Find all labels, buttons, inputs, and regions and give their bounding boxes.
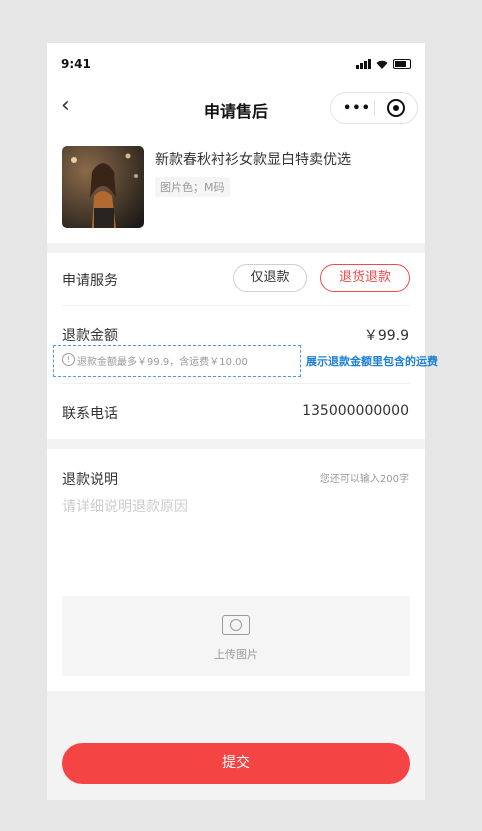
phone-label: 联系电话 [62,406,118,422]
service-label: 申请服务 [62,273,118,289]
mini-program-capsule: ••• [330,92,418,124]
product-name: 新款春秋衬衫女款显白特卖优选 [155,152,351,168]
product-spec: 图片色；M码 [155,177,230,197]
description-label: 退款说明 [62,472,118,488]
target-circle-icon[interactable] [387,99,405,117]
upload-image-button[interactable]: 上传图片 [62,596,410,676]
status-time: 9:41 [61,57,91,71]
upload-label: 上传图片 [214,648,258,661]
divider [62,305,410,306]
more-dots-icon[interactable]: ••• [343,101,371,116]
refund-hint: 退款金额最多￥99.9，含运费￥10.00 [77,357,248,368]
description-input[interactable]: 请详细说明退款原因 [62,496,188,516]
wifi-icon [376,60,388,69]
return-refund-button[interactable]: 退货退款 [320,264,410,292]
info-icon: ! [62,353,75,366]
refund-form: 申请服务 仅退款 退货退款 退款金额 ￥99.9 ! 退款金额最多￥99.9，含… [47,253,438,439]
refund-amount-value: ￥99.9 [363,328,409,344]
nav-bar: ‹ 申请售后 ••• [47,83,425,133]
divider [62,383,410,384]
phone-value[interactable]: 135000000000 [302,403,409,419]
status-bar: 9:41 [47,43,425,83]
char-limit-hint: 您还可以输入200字 [319,474,409,485]
product-image [62,146,144,228]
battery-icon [393,59,411,69]
refund-amount-label: 退款金额 [62,328,118,344]
camera-icon [222,615,250,635]
annotation-note: 展示退款金额里包含的运费 [306,355,438,368]
status-icons [356,59,411,69]
phone-screen: 9:41 ‹ 申请售后 ••• 新款春秋衬衫女款显白特卖优选 图片色；M码 申请… [47,43,438,800]
description-section: 退款说明 您还可以输入200字 请详细说明退款原因 上传图片 [47,449,425,691]
product-card: 新款春秋衬衫女款显白特卖优选 图片色；M码 [47,133,425,243]
signal-icon [356,59,371,69]
refund-only-button[interactable]: 仅退款 [233,264,307,292]
capsule-divider [374,100,375,116]
submit-button[interactable]: 提交 [62,743,410,784]
